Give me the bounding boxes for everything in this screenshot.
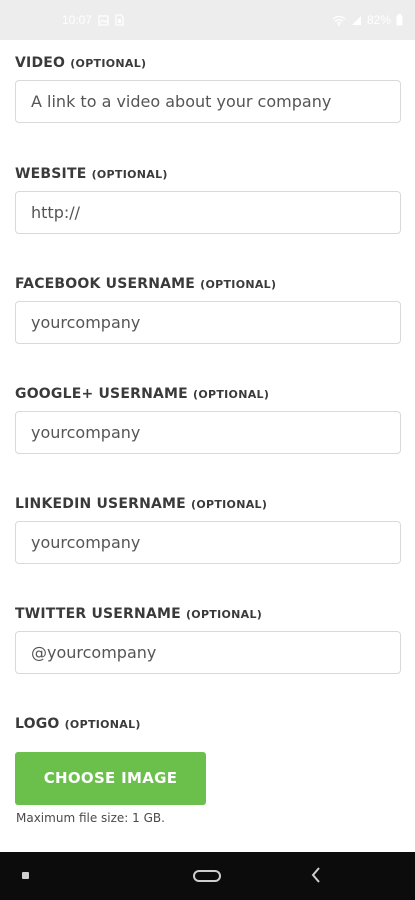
- video-field-group: VIDEO (OPTIONAL) A link to a video about…: [15, 54, 401, 123]
- google-input-placeholder: yourcompany: [31, 423, 141, 442]
- optional-tag: (OPTIONAL): [185, 608, 263, 621]
- google-label-text: GOOGLE+ USERNAME: [15, 386, 188, 402]
- video-label: VIDEO (OPTIONAL): [15, 54, 401, 72]
- logo-label-text: LOGO: [15, 716, 60, 732]
- google-label: GOOGLE+ USERNAME (OPTIONAL): [15, 385, 401, 403]
- form-content: VIDEO (OPTIONAL) A link to a video about…: [0, 40, 415, 852]
- linkedin-field-group: LINKEDIN USERNAME (OPTIONAL) yourcompany: [15, 495, 401, 564]
- video-input[interactable]: A link to a video about your company: [15, 80, 401, 123]
- max-file-size-note: Maximum file size: 1 GB.: [16, 811, 165, 825]
- facebook-field-group: FACEBOOK USERNAME (OPTIONAL) yourcompany: [15, 275, 401, 344]
- home-icon[interactable]: [193, 870, 221, 882]
- website-input[interactable]: http://: [15, 191, 401, 234]
- status-bar: 10:07 82%: [0, 0, 415, 40]
- back-icon[interactable]: [310, 866, 322, 888]
- optional-tag: (OPTIONAL): [193, 388, 270, 401]
- facebook-input-placeholder: yourcompany: [31, 313, 141, 332]
- twitter-input[interactable]: @yourcompany: [15, 631, 401, 674]
- facebook-label-text: FACEBOOK USERNAME: [15, 276, 196, 292]
- google-input[interactable]: yourcompany: [15, 411, 401, 454]
- wifi-icon: [332, 15, 346, 26]
- linkedin-label: LINKEDIN USERNAME (OPTIONAL): [15, 495, 401, 513]
- status-time: 10:07: [62, 13, 93, 27]
- battery-icon: [396, 14, 403, 26]
- battery-percent: 82%: [366, 13, 391, 27]
- status-right: 82%: [332, 13, 403, 27]
- logo-field-group: LOGO (OPTIONAL): [15, 715, 401, 733]
- gallery-icon: [98, 14, 109, 26]
- facebook-label: FACEBOOK USERNAME (OPTIONAL): [15, 275, 401, 293]
- logo-label: LOGO (OPTIONAL): [15, 715, 401, 733]
- optional-tag: (OPTIONAL): [70, 57, 147, 70]
- twitter-field-group: TWITTER USERNAME (OPTIONAL) @yourcompany: [15, 605, 401, 674]
- facebook-input[interactable]: yourcompany: [15, 301, 401, 344]
- optional-tag: (OPTIONAL): [191, 498, 268, 511]
- linkedin-input-placeholder: yourcompany: [31, 533, 141, 552]
- twitter-input-placeholder: @yourcompany: [31, 643, 157, 662]
- signal-icon: [351, 15, 362, 26]
- twitter-label-text: TWITTER USERNAME: [15, 606, 181, 622]
- optional-tag: (OPTIONAL): [91, 168, 168, 181]
- sim-icon: [115, 14, 124, 26]
- status-left: 10:07: [62, 13, 124, 27]
- linkedin-input[interactable]: yourcompany: [15, 521, 401, 564]
- google-field-group: GOOGLE+ USERNAME (OPTIONAL) yourcompany: [15, 385, 401, 454]
- video-input-placeholder: A link to a video about your company: [31, 92, 332, 111]
- twitter-label: TWITTER USERNAME (OPTIONAL): [15, 605, 401, 623]
- website-field-group: WEBSITE (OPTIONAL) http://: [15, 165, 401, 234]
- website-input-value: http://: [31, 203, 81, 222]
- video-label-text: VIDEO: [15, 55, 66, 71]
- optional-tag: (OPTIONAL): [200, 278, 277, 291]
- website-label: WEBSITE (OPTIONAL): [15, 165, 401, 183]
- website-label-text: WEBSITE: [15, 166, 87, 182]
- recents-icon[interactable]: [22, 872, 29, 879]
- linkedin-label-text: LINKEDIN USERNAME: [15, 496, 186, 512]
- optional-tag: (OPTIONAL): [64, 718, 141, 731]
- navigation-bar: [0, 852, 415, 900]
- choose-image-button[interactable]: CHOOSE IMAGE: [15, 752, 206, 805]
